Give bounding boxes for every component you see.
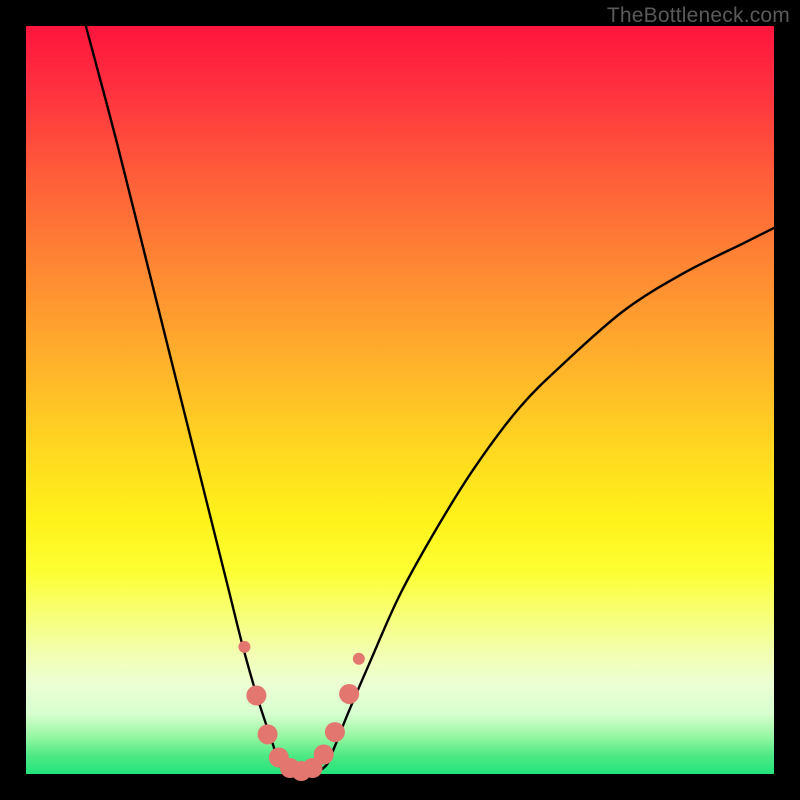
bottleneck-curve — [86, 26, 774, 775]
marker-dot — [314, 745, 334, 765]
marker-dot — [325, 722, 345, 742]
plot-area — [26, 26, 774, 774]
marker-dot — [339, 684, 359, 704]
marker-dot — [246, 685, 266, 705]
chart-svg — [26, 26, 774, 774]
outer-frame: TheBottleneck.com — [0, 0, 800, 800]
watermark-text: TheBottleneck.com — [607, 4, 790, 28]
marker-dot — [258, 724, 278, 744]
marker-dot — [238, 641, 250, 653]
highlight-markers — [238, 641, 364, 781]
marker-dot — [353, 653, 365, 665]
